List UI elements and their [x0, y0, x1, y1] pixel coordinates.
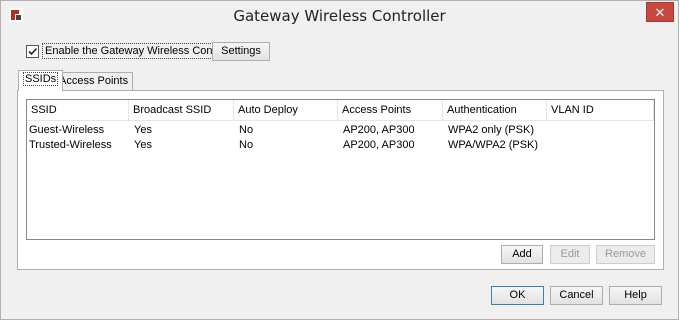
cell-vlan-id	[547, 123, 654, 138]
cell-ssid: Guest-Wireless	[29, 124, 105, 136]
enable-controller-checkbox[interactable]	[26, 44, 39, 58]
close-button[interactable]: ✕	[646, 2, 674, 22]
column-header-broadcast-ssid[interactable]: Broadcast SSID	[129, 100, 234, 121]
close-icon: ✕	[654, 5, 666, 20]
tab-access-points[interactable]: Access Points	[54, 72, 134, 90]
table-body: Guest-Wireless Yes No AP200, AP300 WPA2 …	[27, 123, 654, 153]
cell-auto-deploy: No	[239, 124, 254, 136]
tab-access-points-label: Access Points	[59, 75, 129, 87]
settings-button[interactable]: Settings	[212, 42, 270, 61]
column-header-access-points[interactable]: Access Points	[338, 100, 443, 121]
cell-broadcast-ssid: Yes	[134, 124, 152, 136]
cancel-button[interactable]: Cancel	[550, 286, 603, 305]
enable-controller-row[interactable]: Enable the Gateway Wireless Controller	[26, 43, 244, 59]
tab-ssids-label: SSIDs	[23, 72, 59, 86]
cell-access-points: AP200, AP300	[343, 124, 415, 136]
ssid-table: SSID Broadcast SSID Auto Deploy Access P…	[26, 99, 655, 240]
cell-broadcast-ssid: Yes	[134, 139, 152, 151]
column-header-auto-deploy[interactable]: Auto Deploy	[234, 100, 338, 121]
column-header-vlan-id[interactable]: VLAN ID	[547, 100, 654, 121]
add-button[interactable]: Add	[501, 245, 543, 264]
tab-ssids[interactable]: SSIDs	[18, 70, 64, 91]
table-row[interactable]: Trusted-Wireless Yes No AP200, AP300 WPA…	[27, 138, 654, 153]
cell-authentication: WPA2 only (PSK)	[448, 124, 534, 136]
dialog-window: Gateway Wireless Controller ✕ Enable the…	[0, 0, 679, 320]
remove-button[interactable]: Remove	[596, 245, 655, 264]
cell-authentication: WPA/WPA2 (PSK)	[448, 139, 539, 151]
ok-button[interactable]: OK	[491, 286, 544, 305]
help-button[interactable]: Help	[609, 286, 662, 305]
window-title: Gateway Wireless Controller	[233, 7, 446, 25]
table-header: SSID Broadcast SSID Auto Deploy Access P…	[27, 100, 654, 121]
cell-auto-deploy: No	[239, 139, 254, 151]
cell-vlan-id	[547, 138, 654, 153]
column-header-authentication[interactable]: Authentication	[443, 100, 547, 121]
cell-access-points: AP200, AP300	[343, 139, 415, 151]
title-bar[interactable]: Gateway Wireless Controller ✕	[1, 1, 678, 31]
table-row[interactable]: Guest-Wireless Yes No AP200, AP300 WPA2 …	[27, 123, 654, 138]
cell-ssid: Trusted-Wireless	[29, 139, 112, 151]
checkmark-icon	[28, 47, 38, 55]
ssids-panel: SSID Broadcast SSID Auto Deploy Access P…	[17, 90, 664, 270]
column-header-ssid[interactable]: SSID	[27, 100, 129, 121]
edit-button[interactable]: Edit	[550, 245, 590, 264]
